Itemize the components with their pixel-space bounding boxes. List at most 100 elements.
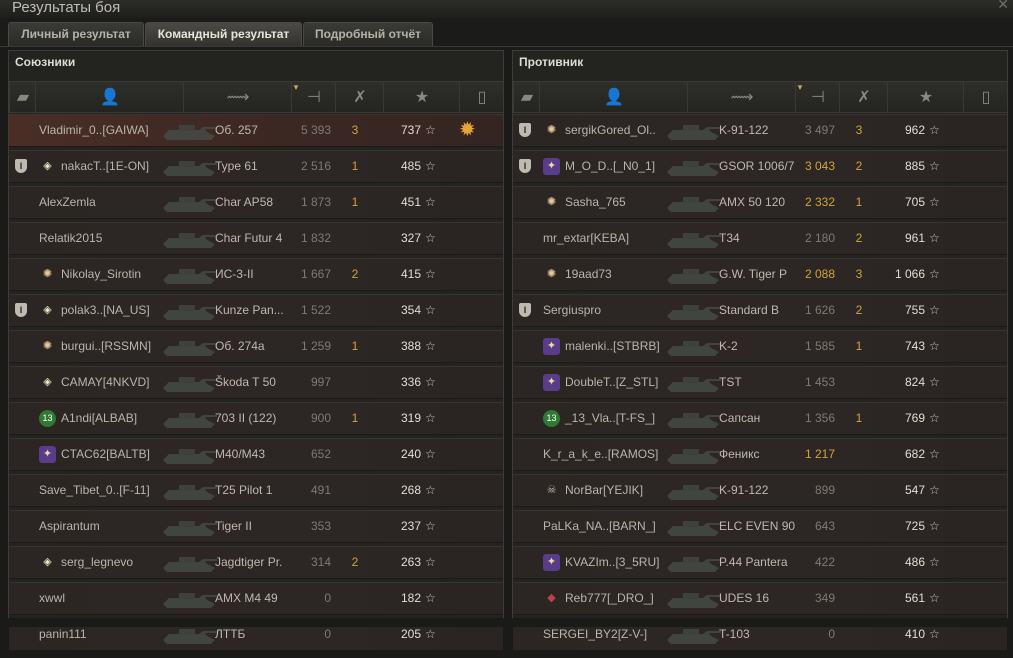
star-icon: ☆: [425, 411, 436, 425]
medal-icon[interactable]: ✹: [459, 115, 476, 146]
player-row[interactable]: Save_Tibet_0..[F-11] T25 Pilot 1 491 268 ☆: [9, 474, 503, 507]
player-row[interactable]: ✦ KVAZIm..[3_5RU] P.44 Pantera 422 486 ☆: [513, 546, 1007, 579]
tank-icon: [159, 262, 219, 286]
xp-value: 354: [400, 303, 421, 317]
player-row[interactable]: ✺ 19aad73 G.W. Tiger P 2 088 3 1 066 ☆: [513, 258, 1007, 291]
star-badge-icon: ✺: [42, 340, 53, 352]
tank-name: Kunze Pan...: [215, 303, 284, 317]
player-row[interactable]: I ◈ nakacT..[1E-ON] Type 61 2 516 1 485 ☆: [9, 150, 503, 183]
medal-column-icon[interactable]: ▯: [963, 82, 1008, 112]
player-row[interactable]: ✺ Sasha_765 AMX 50 120 2 332 1 705 ☆: [513, 186, 1007, 219]
diamond-badge-icon: ◈: [43, 304, 52, 316]
damage-value: 422: [814, 555, 835, 569]
kills-value: 2: [351, 555, 359, 569]
tank-name: Standard B: [719, 303, 780, 317]
xp-column-icon[interactable]: ★: [887, 82, 964, 112]
tank-column-icon[interactable]: ⟿: [687, 82, 796, 112]
xp-value: 705: [904, 195, 925, 209]
damage-value: 1 873: [300, 195, 331, 209]
platoon-icon: I: [519, 303, 531, 317]
tank-icon: [159, 226, 219, 250]
damage-value: 1 259: [300, 339, 331, 353]
player-column-icon[interactable]: 👤: [539, 82, 688, 112]
damage-value: 353: [310, 519, 331, 533]
xp-value: 486: [904, 555, 925, 569]
player-name: Sergiuspro: [543, 303, 602, 317]
kills-value: 2: [855, 303, 863, 317]
close-icon[interactable]: ✕: [997, 0, 1009, 13]
star-icon: ☆: [425, 339, 436, 353]
tank-column-icon[interactable]: ⟿: [183, 82, 292, 112]
player-row[interactable]: K_r_a_k_e..[RAMOS] Феникс 1 217 682 ☆: [513, 438, 1007, 471]
tank-name: AMX 50 120: [719, 195, 786, 209]
damage-value: 1 626: [804, 303, 835, 317]
player-row[interactable]: ✦ malenki..[STBRB] K-2 1 585 1 743 ☆: [513, 330, 1007, 363]
star-icon: ☆: [425, 447, 436, 461]
player-row[interactable]: ◆ Reb777[_DRO_] UDES 16 349 561 ☆: [513, 582, 1007, 615]
player-row[interactable]: 13 A1ndi[ALBAB] 703 II (122) 900 1 319 ☆: [9, 402, 503, 435]
purple-badge-icon: ✦: [39, 446, 56, 463]
player-row[interactable]: Relatik2015 Char Futur 4 1 832 327 ☆: [9, 222, 503, 255]
xp-value: 451: [400, 195, 421, 209]
player-row[interactable]: AlexZemla Char AP58 1 873 1 451 ☆: [9, 186, 503, 219]
kills-value: 1: [351, 195, 359, 209]
kills-column-icon[interactable]: ✗: [335, 82, 384, 112]
star-icon: ☆: [929, 411, 940, 425]
star-badge-icon: ✺: [42, 268, 53, 280]
tank-icon: [663, 262, 723, 286]
player-name: Nikolay_Sirotin: [61, 267, 142, 281]
player-row[interactable]: Vladimir_0..[GAIWA] Об. 257 5 393 3 737 ☆ ✹: [9, 114, 503, 147]
player-row[interactable]: I ✺ sergikGored_Ol.. K-91-122 3 497 3 962 ☆: [513, 114, 1007, 147]
player-row[interactable]: ✺ Nikolay_Sirotin ИС-3-II 1 667 2 415 ☆: [9, 258, 503, 291]
platoon-icon: I: [519, 159, 531, 173]
purple-badge-icon: ✦: [543, 554, 560, 571]
platoon-column-icon[interactable]: ▰: [513, 82, 540, 112]
tab-team-result[interactable]: Командный результат: [145, 22, 302, 46]
tank-icon: [663, 550, 723, 574]
medal-column-icon[interactable]: ▯: [459, 82, 504, 112]
tab-detailed-report[interactable]: Подробный отчёт: [303, 22, 433, 46]
tank-icon: [159, 370, 219, 394]
star-icon: ☆: [425, 231, 436, 245]
player-name: xwwl: [39, 591, 65, 605]
star-icon: ☆: [929, 483, 940, 497]
player-row[interactable]: I ✦ M_O_D..[_N0_1] GSOR 1006/7 3 043 2 885 ☆: [513, 150, 1007, 183]
player-row[interactable]: ✦ CTAC62[BALTB] M40/M43 652 240 ☆: [9, 438, 503, 471]
tank-name: TST: [719, 375, 742, 389]
tank-icon: [159, 586, 219, 610]
tank-icon: [663, 406, 723, 430]
xp-value: 336: [400, 375, 421, 389]
star-icon: ☆: [425, 123, 436, 137]
player-name: mr_extar[KEBA]: [543, 231, 630, 245]
platoon-column-icon[interactable]: ▰: [9, 82, 36, 112]
player-name: PaLKa_NA..[BARN_]: [543, 519, 656, 533]
player-row[interactable]: I Sergiuspro Standard B 1 626 2 755 ☆: [513, 294, 1007, 327]
tank-icon: [159, 190, 219, 214]
kills-value: 3: [855, 123, 863, 137]
player-row[interactable]: I ◈ polak3..[NA_US] Kunze Pan... 1 522 354 ☆: [9, 294, 503, 327]
tank-name: G.W. Tiger P: [719, 267, 788, 281]
player-row[interactable]: mr_extar[KEBA] T34 2 180 2 961 ☆: [513, 222, 1007, 255]
player-row[interactable]: ◈ serg_legnevo Jagdtiger Pr. 314 2 263 ☆: [9, 546, 503, 579]
player-row[interactable]: ☠ NorBar[YEJIK] K-91-122 899 547 ☆: [513, 474, 1007, 507]
xp-column-icon[interactable]: ★: [383, 82, 460, 112]
player-row[interactable]: xwwl AMX M4 49 0 182 ☆: [9, 582, 503, 615]
xp-value: 327: [400, 231, 421, 245]
damage-value: 1 832: [300, 231, 331, 245]
player-row[interactable]: PaLKa_NA..[BARN_] ELC EVEN 90 643 725 ☆: [513, 510, 1007, 543]
kills-column-icon[interactable]: ✗: [839, 82, 888, 112]
player-row[interactable]: ✺ burgui..[RSSMN] Об. 274а 1 259 1 388 ☆: [9, 330, 503, 363]
player-name: M_O_D..[_N0_1]: [565, 159, 656, 173]
damage-value: 5 393: [300, 123, 331, 137]
player-row[interactable]: ◈ CAMAY[4NKVD] Škoda T 50 997 336 ☆: [9, 366, 503, 399]
star-badge-icon: ✺: [546, 196, 557, 208]
player-row[interactable]: ✦ DoubleT..[Z_STL] TST 1 453 824 ☆: [513, 366, 1007, 399]
star-icon: ☆: [929, 555, 940, 569]
player-column-icon[interactable]: 👤: [35, 82, 184, 112]
tank-name: K-91-122: [719, 123, 769, 137]
player-row[interactable]: Aspirantum Tiger II 353 237 ☆: [9, 510, 503, 543]
player-row[interactable]: 13 _13_Vla..[T-FS_] Сапсан 1 356 1 769 ☆: [513, 402, 1007, 435]
tab-personal-result[interactable]: Личный результат: [8, 22, 144, 46]
player-name: _13_Vla..[T-FS_]: [565, 411, 656, 425]
tank-icon: [663, 226, 723, 250]
